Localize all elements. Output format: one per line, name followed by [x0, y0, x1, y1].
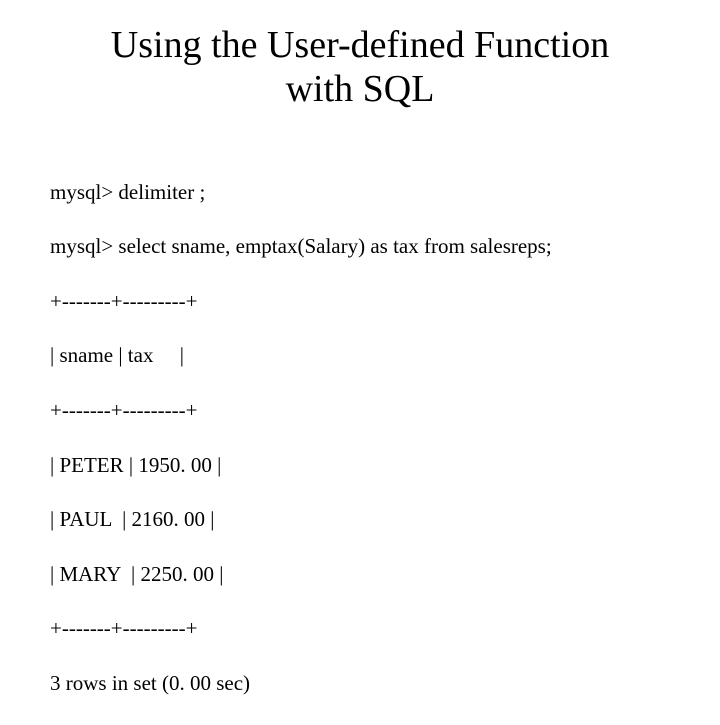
code-line: 3 rows in set (0. 00 sec) [50, 670, 670, 697]
code-line: | PETER | 1950. 00 | [50, 452, 670, 479]
code-line: mysql> delimiter ; [50, 179, 670, 206]
code-line: mysql> select sname, emptax(Salary) as t… [50, 233, 670, 260]
slide-title: Using the User-defined Functionwith SQL [50, 24, 670, 111]
code-line: +-------+---------+ [50, 615, 670, 642]
code-line: +-------+---------+ [50, 397, 670, 424]
code-line: | PAUL | 2160. 00 | [50, 506, 670, 533]
code-line: | sname | tax | [50, 342, 670, 369]
sql-output-block: mysql> delimiter ; mysql> select sname, … [50, 151, 670, 724]
code-line: +-------+---------+ [50, 288, 670, 315]
code-line: | MARY | 2250. 00 | [50, 561, 670, 588]
